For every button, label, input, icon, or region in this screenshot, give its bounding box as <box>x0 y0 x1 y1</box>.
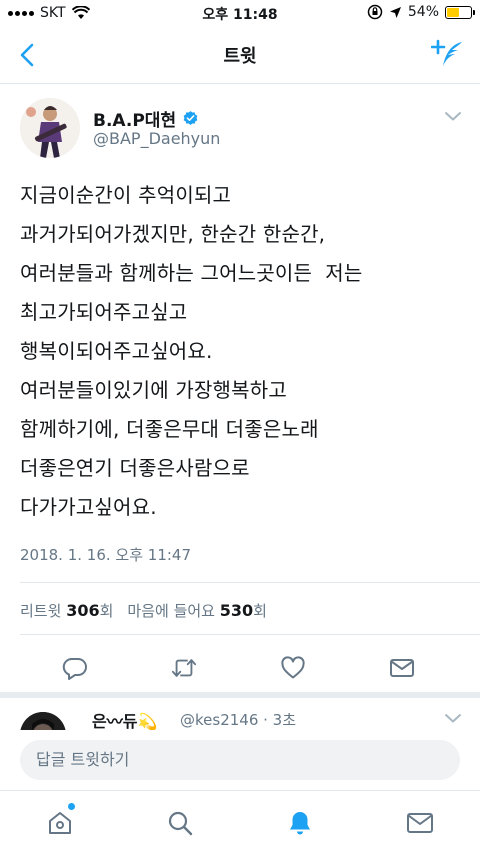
author-avatar[interactable] <box>20 98 80 158</box>
tweet-text: 지금이순간이 추억이되고 과거가되어가겠지만, 한순간 한순간, 여러분들과 함… <box>20 183 363 519</box>
retweet-stat[interactable]: 리트윗 306회 <box>20 600 113 621</box>
search-icon <box>168 811 193 836</box>
status-bar: SKT 오후 11:48 54% <box>0 0 480 28</box>
author-handle[interactable]: @BAP_Daehyun <box>93 129 220 148</box>
like-button[interactable] <box>280 656 306 680</box>
like-count: 530 <box>219 601 254 620</box>
compose-feather-icon <box>431 39 462 66</box>
envelope-icon <box>390 659 414 677</box>
retweet-stat-label: 리트윗 <box>20 602 62 620</box>
retweet-count-unit: 회 <box>99 602 114 620</box>
orientation-lock-icon <box>367 4 383 20</box>
reply-author-meta[interactable]: @kes2146 · 3초 <box>180 709 296 730</box>
tweet-stats: 리트윗 306회 마음에 들어요 530회 <box>20 600 267 621</box>
divider <box>20 582 480 583</box>
retweet-count: 306 <box>66 601 100 620</box>
tab-notifications[interactable] <box>284 807 316 839</box>
tab-search[interactable] <box>164 807 196 839</box>
tweet-actions <box>0 656 480 680</box>
envelope-icon <box>407 813 433 833</box>
status-right: 54% <box>367 4 475 20</box>
like-stat[interactable]: 마음에 들어요 530회 <box>127 600 267 621</box>
reply-input[interactable]: 답글 트윗하기 <box>20 740 460 780</box>
tab-bar <box>0 790 480 854</box>
verified-badge-icon <box>183 111 198 125</box>
reply-author-name[interactable]: 은〰듀💫 <box>92 708 157 732</box>
compose-tweet-button[interactable] <box>428 36 468 74</box>
home-notification-dot <box>68 803 75 810</box>
reply-menu-chevron-down-icon[interactable] <box>444 712 462 724</box>
reply-icon <box>62 657 87 680</box>
avatar-image <box>20 98 80 158</box>
reply-composer: 답글 트윗하기 <box>0 730 480 790</box>
location-icon <box>389 6 401 18</box>
tab-messages[interactable] <box>404 807 436 839</box>
retweet-icon <box>171 659 197 677</box>
page-title: 트윗 <box>223 46 257 67</box>
tweet-menu-chevron-down-icon[interactable] <box>444 110 462 122</box>
battery-icon <box>445 5 475 19</box>
section-separator <box>0 692 480 698</box>
direct-message-button[interactable] <box>389 656 415 680</box>
battery-percent: 54% <box>407 4 439 20</box>
battery-fill <box>447 7 460 17</box>
bell-icon <box>290 812 310 835</box>
home-icon <box>49 812 71 834</box>
author-name[interactable]: B.A.P대현 <box>93 106 199 131</box>
nav-bar: 트윗 <box>0 28 480 84</box>
like-count-unit: 회 <box>253 602 267 620</box>
reply-button[interactable] <box>62 656 88 680</box>
heart-icon <box>281 656 305 679</box>
tweet-timestamp: 2018. 1. 16. 오후 11:47 <box>20 546 192 564</box>
divider <box>20 634 480 635</box>
tab-home[interactable] <box>44 803 76 839</box>
like-stat-label: 마음에 들어요 <box>127 602 215 620</box>
retweet-button[interactable] <box>171 656 197 680</box>
author-name-text: B.A.P대현 <box>93 111 177 131</box>
